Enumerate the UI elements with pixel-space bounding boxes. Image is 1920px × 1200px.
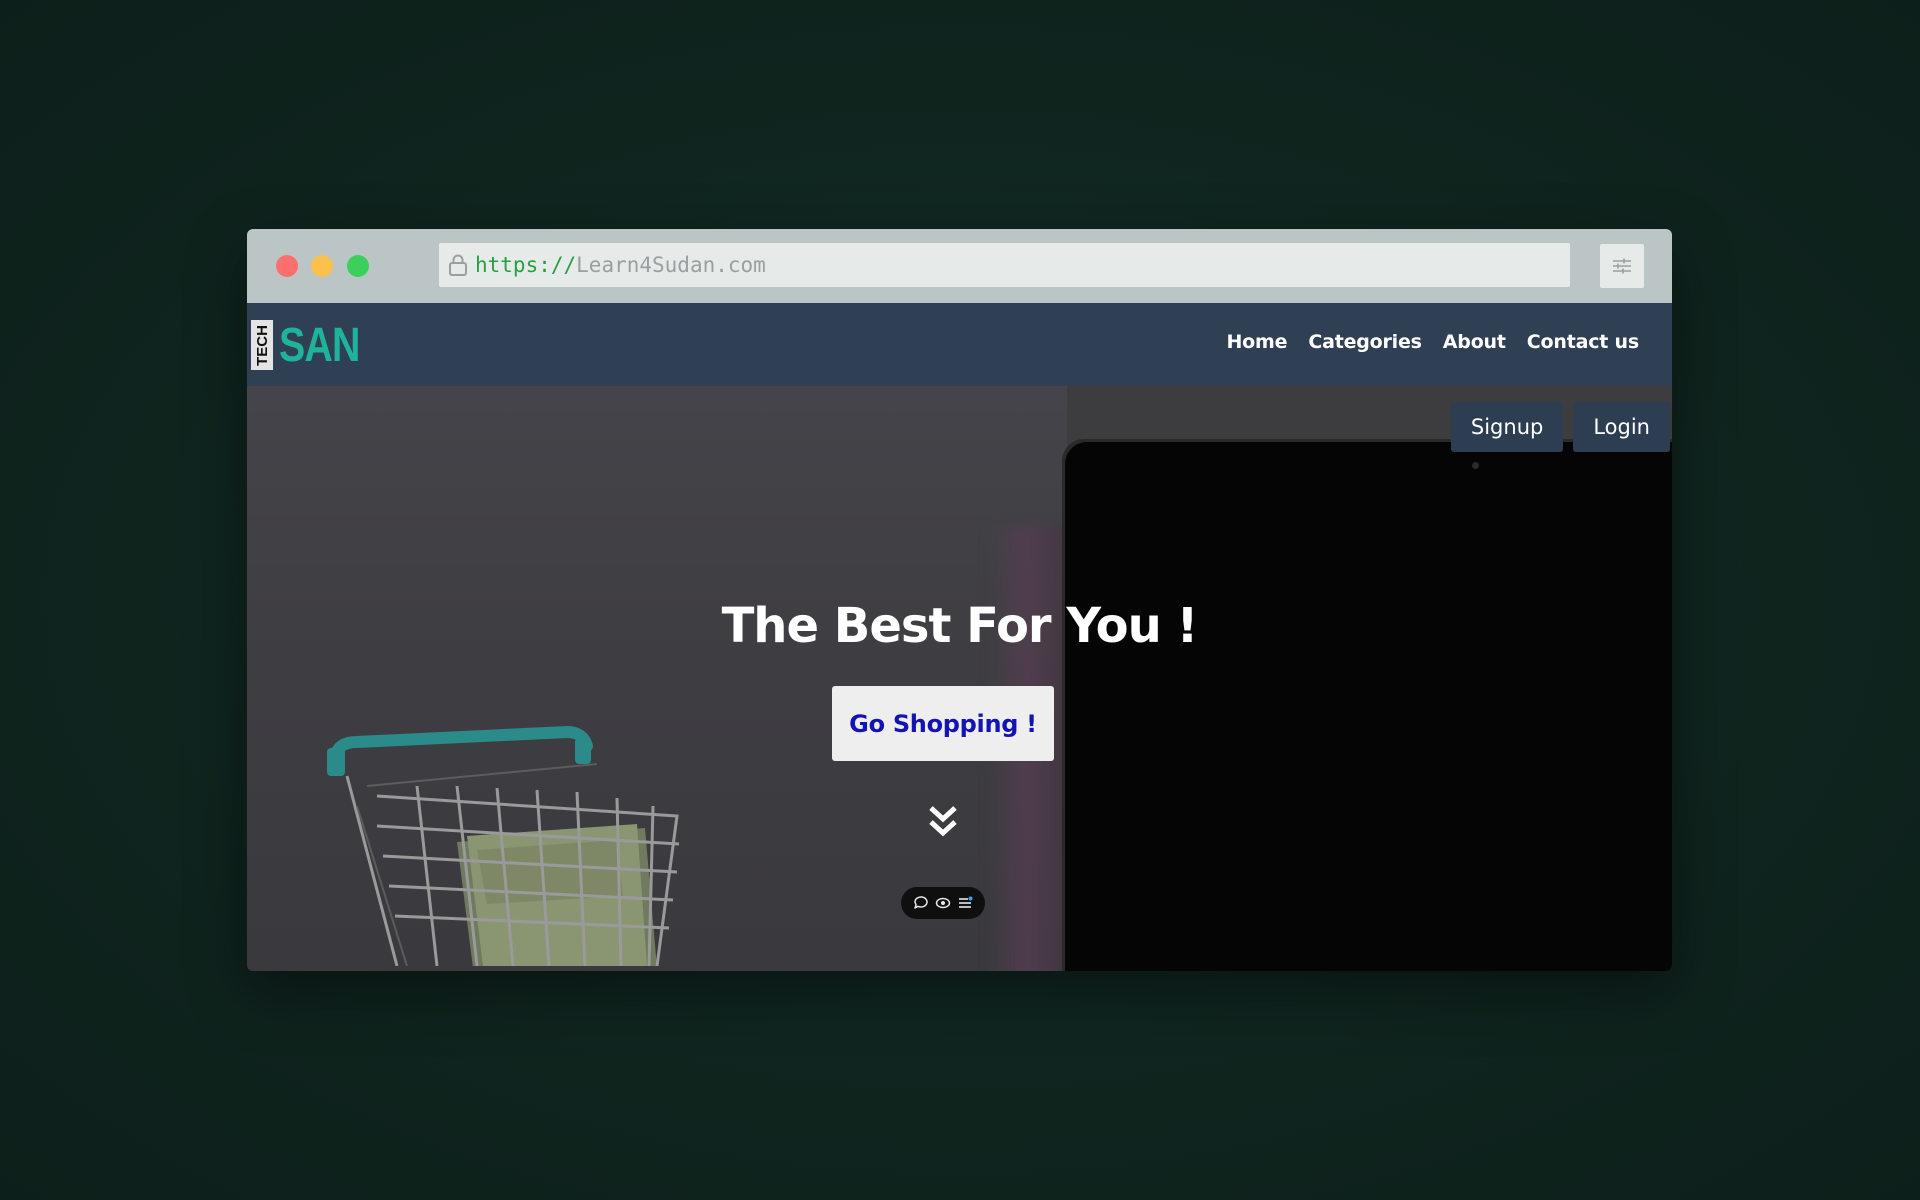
logo-san-text: SAN	[279, 318, 360, 372]
laptop-image	[1065, 442, 1672, 971]
url-host: Learn4Sudan.com	[576, 253, 766, 277]
nav-link-contact[interactable]: Contact us	[1527, 331, 1639, 353]
logo-tech-text: TECH	[253, 324, 271, 366]
close-window-button[interactable]	[276, 255, 298, 277]
floating-toolbar	[901, 887, 985, 919]
shopping-cart-image	[327, 725, 680, 966]
minimize-window-button[interactable]	[311, 255, 333, 277]
sliders-icon	[1613, 258, 1631, 274]
laptop-camera	[1472, 462, 1479, 469]
settings-button[interactable]	[1600, 244, 1644, 288]
address-bar[interactable]: https://Learn4Sudan.com	[439, 243, 1570, 287]
comment-icon[interactable]	[913, 895, 929, 911]
nav-link-home[interactable]: Home	[1226, 331, 1287, 353]
main-nav: Home Categories About Contact us	[1226, 331, 1639, 353]
nav-link-categories[interactable]: Categories	[1308, 331, 1422, 353]
url-text: https://Learn4Sudan.com	[475, 253, 766, 277]
auth-buttons: Signup Login	[1450, 402, 1670, 452]
eye-icon[interactable]	[935, 895, 951, 911]
nav-link-about[interactable]: About	[1443, 331, 1506, 353]
go-shopping-button[interactable]: Go Shopping !	[832, 686, 1054, 761]
browser-window: https://Learn4Sudan.com TECH SAN Home Ca…	[247, 229, 1672, 971]
signup-button[interactable]: Signup	[1450, 402, 1564, 452]
site-logo[interactable]: TECH SAN	[251, 318, 377, 372]
browser-titlebar: https://Learn4Sudan.com	[247, 229, 1672, 303]
maximize-window-button[interactable]	[347, 255, 369, 277]
site-navbar: TECH SAN Home Categories About Contact u…	[247, 303, 1672, 386]
double-chevron-down-icon[interactable]	[927, 804, 959, 840]
hero-section: Signup Login The Best For You ! Go Shopp…	[247, 386, 1672, 971]
logo-tech-badge: TECH	[251, 320, 273, 370]
url-scheme: https://	[475, 253, 577, 277]
hero-title: The Best For You !	[721, 598, 1199, 654]
lock-icon	[449, 254, 467, 276]
login-button[interactable]: Login	[1573, 402, 1670, 452]
list-icon[interactable]	[957, 895, 973, 911]
